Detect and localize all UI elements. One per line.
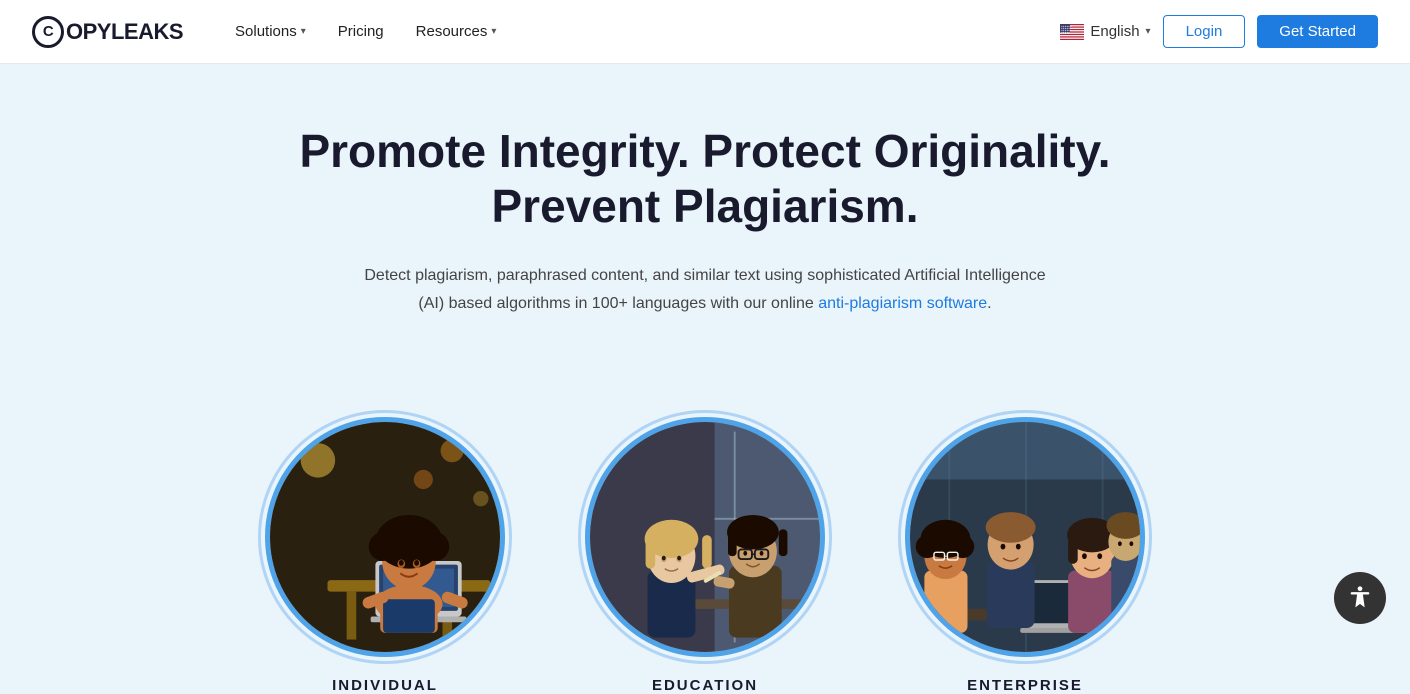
hero-title: Promote Integrity. Protect Originality. … <box>255 124 1155 234</box>
svg-text:★★★★★: ★★★★★ <box>1061 31 1070 34</box>
hero-section: Promote Integrity. Protect Originality. … <box>0 64 1410 407</box>
nav-resources[interactable]: Resources ▾ <box>404 15 509 48</box>
chevron-down-icon: ▾ <box>491 26 496 37</box>
login-button[interactable]: Login <box>1163 15 1246 48</box>
anti-plagiarism-link[interactable]: anti-plagiarism software <box>818 295 987 312</box>
logo[interactable]: C OPYLEAKS <box>32 16 183 48</box>
individual-card[interactable]: INDIVIDUAL <box>265 417 505 694</box>
language-selector[interactable]: ★★★★★★ ★★★★★ ★★★★★★ ★★★★★ English ▾ <box>1060 23 1150 40</box>
education-label: EDUCATION <box>652 677 758 694</box>
language-label: English <box>1090 23 1139 40</box>
nav-right: ★★★★★★ ★★★★★ ★★★★★★ ★★★★★ English ▾ Logi… <box>1060 15 1378 48</box>
cards-row: INDIVIDUAL <box>0 407 1410 694</box>
individual-label: INDIVIDUAL <box>332 677 438 694</box>
get-started-button[interactable]: Get Started <box>1257 15 1378 48</box>
education-illustration <box>590 422 820 652</box>
chevron-down-icon: ▾ <box>301 26 306 37</box>
enterprise-image <box>905 417 1145 657</box>
logo-circle: C <box>32 16 64 48</box>
nav-links: Solutions ▾ Pricing Resources ▾ <box>223 15 1060 48</box>
enterprise-illustration <box>910 422 1140 652</box>
enterprise-card[interactable]: ENTERPRISE <box>905 417 1145 694</box>
individual-image <box>265 417 505 657</box>
accessibility-icon <box>1346 584 1374 612</box>
chevron-down-icon: ▾ <box>1146 26 1151 37</box>
nav-pricing[interactable]: Pricing <box>326 15 396 48</box>
hero-subtitle: Detect plagiarism, paraphrased content, … <box>355 262 1055 316</box>
enterprise-label: ENTERPRISE <box>967 677 1083 694</box>
flag-icon: ★★★★★★ ★★★★★ ★★★★★★ ★★★★★ <box>1060 24 1084 40</box>
navbar: C OPYLEAKS Solutions ▾ Pricing Resources… <box>0 0 1410 64</box>
education-card[interactable]: EDUCATION <box>585 417 825 694</box>
individual-illustration <box>270 422 500 652</box>
accessibility-button[interactable] <box>1334 572 1386 624</box>
logo-text: OPYLEAKS <box>66 19 183 45</box>
nav-solutions[interactable]: Solutions ▾ <box>223 15 318 48</box>
education-image <box>585 417 825 657</box>
